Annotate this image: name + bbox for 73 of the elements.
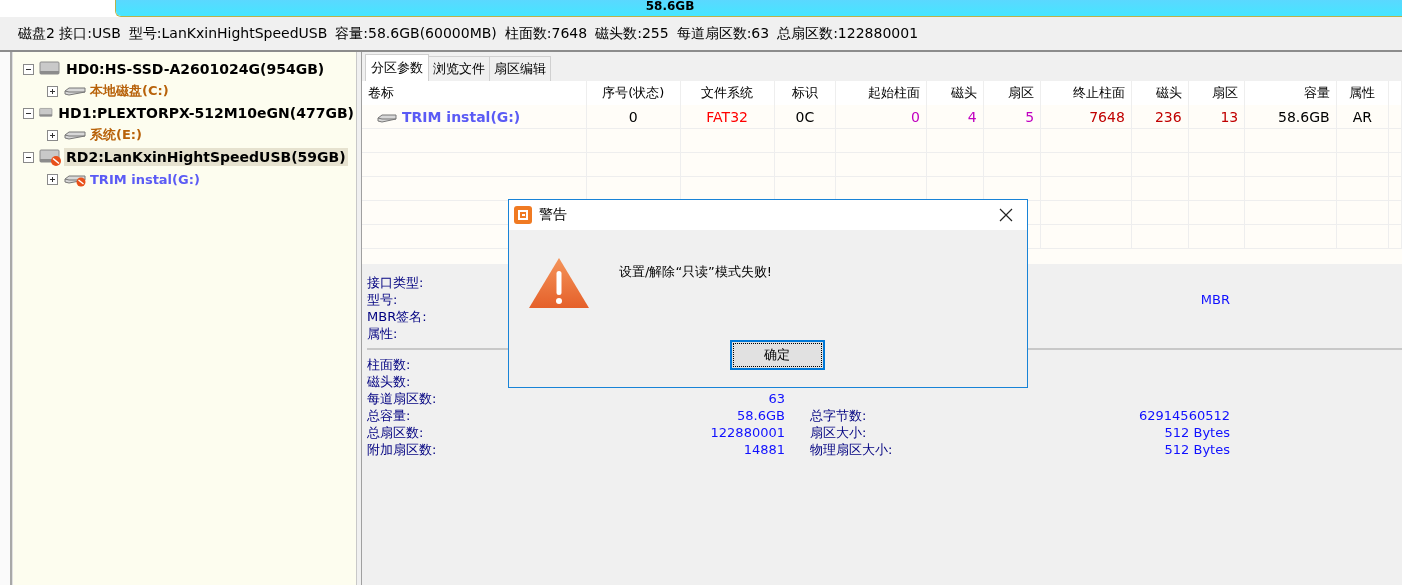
field-label: 磁头数:	[367, 372, 412, 391]
field-label: 总扇区数:	[367, 423, 425, 442]
disk-info-text: 总扇区数:122880001	[777, 24, 919, 43]
field-label: 接口类型:	[367, 273, 425, 292]
field-value: 512 Bytes	[1163, 442, 1230, 457]
field-label: 型号:	[367, 290, 399, 309]
column-header: 卷标	[362, 81, 587, 105]
field-label: 总容量:	[367, 406, 412, 425]
tab[interactable]: 扇区编辑	[489, 56, 551, 81]
field-value: 14881	[742, 442, 785, 457]
column-header: 标识	[774, 81, 836, 105]
tree-item[interactable]: 本地磁盘(C:)	[90, 82, 169, 100]
disk-info-text: 磁头数:255	[595, 24, 669, 43]
field-label: 附加扇区数:	[367, 440, 438, 459]
table-cell: 7648	[1089, 108, 1125, 125]
column-header: 磁头	[926, 81, 984, 105]
disk-info-text: 每道扇区数:63	[676, 24, 770, 43]
field-value: 63	[767, 391, 785, 406]
collapse-icon[interactable]	[23, 151, 34, 163]
warning-icon	[528, 257, 590, 309]
table-cell: 4	[967, 108, 977, 125]
column-header: 磁头	[1131, 81, 1189, 105]
table-cell: 0C	[795, 108, 815, 125]
disk-info-text: 容量:58.6GB(60000MB)	[335, 24, 497, 43]
table-cell: 5	[1025, 108, 1035, 125]
dialog-message: 设置/解除“只读”模式失败!	[619, 263, 773, 281]
field-label: 每道扇区数:	[367, 389, 438, 408]
column-header: 起始柱面	[835, 81, 927, 105]
field-value: 62914560512	[1138, 408, 1230, 423]
column-header: 序号(状态)	[586, 81, 681, 105]
field-label: 柱面数:	[367, 355, 412, 374]
table-cell: TRIM instal(G:)	[402, 108, 521, 125]
field-label: 扇区大小:	[809, 423, 868, 442]
tree-item[interactable]: RD2:LanKxinHightSpeedUSB(59GB)	[64, 148, 348, 166]
collapse-icon[interactable]	[23, 63, 34, 75]
table-cell: AR	[1352, 108, 1372, 125]
column-header: 容量	[1244, 81, 1337, 105]
disk-info-text: 柱面数:7648	[504, 24, 588, 43]
capacity-label: 58.6GB	[645, 0, 695, 12]
tree-item[interactable]: TRIM instal(G:)	[90, 171, 200, 187]
close-icon[interactable]	[999, 208, 1013, 222]
expand-icon[interactable]	[47, 85, 58, 97]
app-logo-icon	[513, 205, 533, 225]
disk-info-text: 磁盘2 接口:USB	[18, 24, 121, 43]
disk-info-text: 型号:LanKxinHightSpeedUSB	[128, 24, 328, 43]
table-cell: 0	[628, 108, 638, 125]
field-value: 122880001	[709, 425, 785, 440]
field-value: 58.6GB	[736, 408, 785, 423]
table-cell: FAT32	[706, 108, 748, 125]
expand-icon[interactable]	[47, 173, 58, 185]
field-label: MBR签名:	[367, 307, 428, 326]
column-header: 终止柱面	[1040, 81, 1132, 105]
tab[interactable]: 分区参数	[365, 54, 429, 81]
column-header: 属性	[1336, 81, 1389, 105]
ok-button[interactable]: 确定	[729, 340, 825, 370]
tree-item[interactable]: HD0:HS-SSD-A2601024G(954GB)	[64, 60, 327, 78]
table-cell: 13	[1220, 108, 1239, 125]
field-value: 512 Bytes	[1163, 425, 1230, 440]
field-label: 总字节数:	[809, 406, 868, 425]
table-cell: 0	[911, 108, 921, 125]
table-cell: 58.6GB	[1278, 108, 1330, 125]
tree-item[interactable]: HD1:PLEXTORPX-512M10eGN(477GB)	[56, 104, 356, 122]
field-label: 物理扇区大小:	[809, 440, 894, 459]
expand-icon[interactable]	[47, 129, 58, 141]
collapse-icon[interactable]	[23, 107, 34, 119]
table-cell: 236	[1154, 108, 1182, 125]
column-header: 文件系统	[680, 81, 774, 105]
field-value: MBR	[1199, 292, 1230, 307]
tree-item[interactable]: 系统(E:)	[90, 126, 142, 144]
column-header: 扇区	[1188, 81, 1245, 105]
column-header: 扇区	[983, 81, 1041, 105]
field-label: 属性:	[367, 324, 399, 343]
dialog-title: 警告	[539, 206, 567, 224]
